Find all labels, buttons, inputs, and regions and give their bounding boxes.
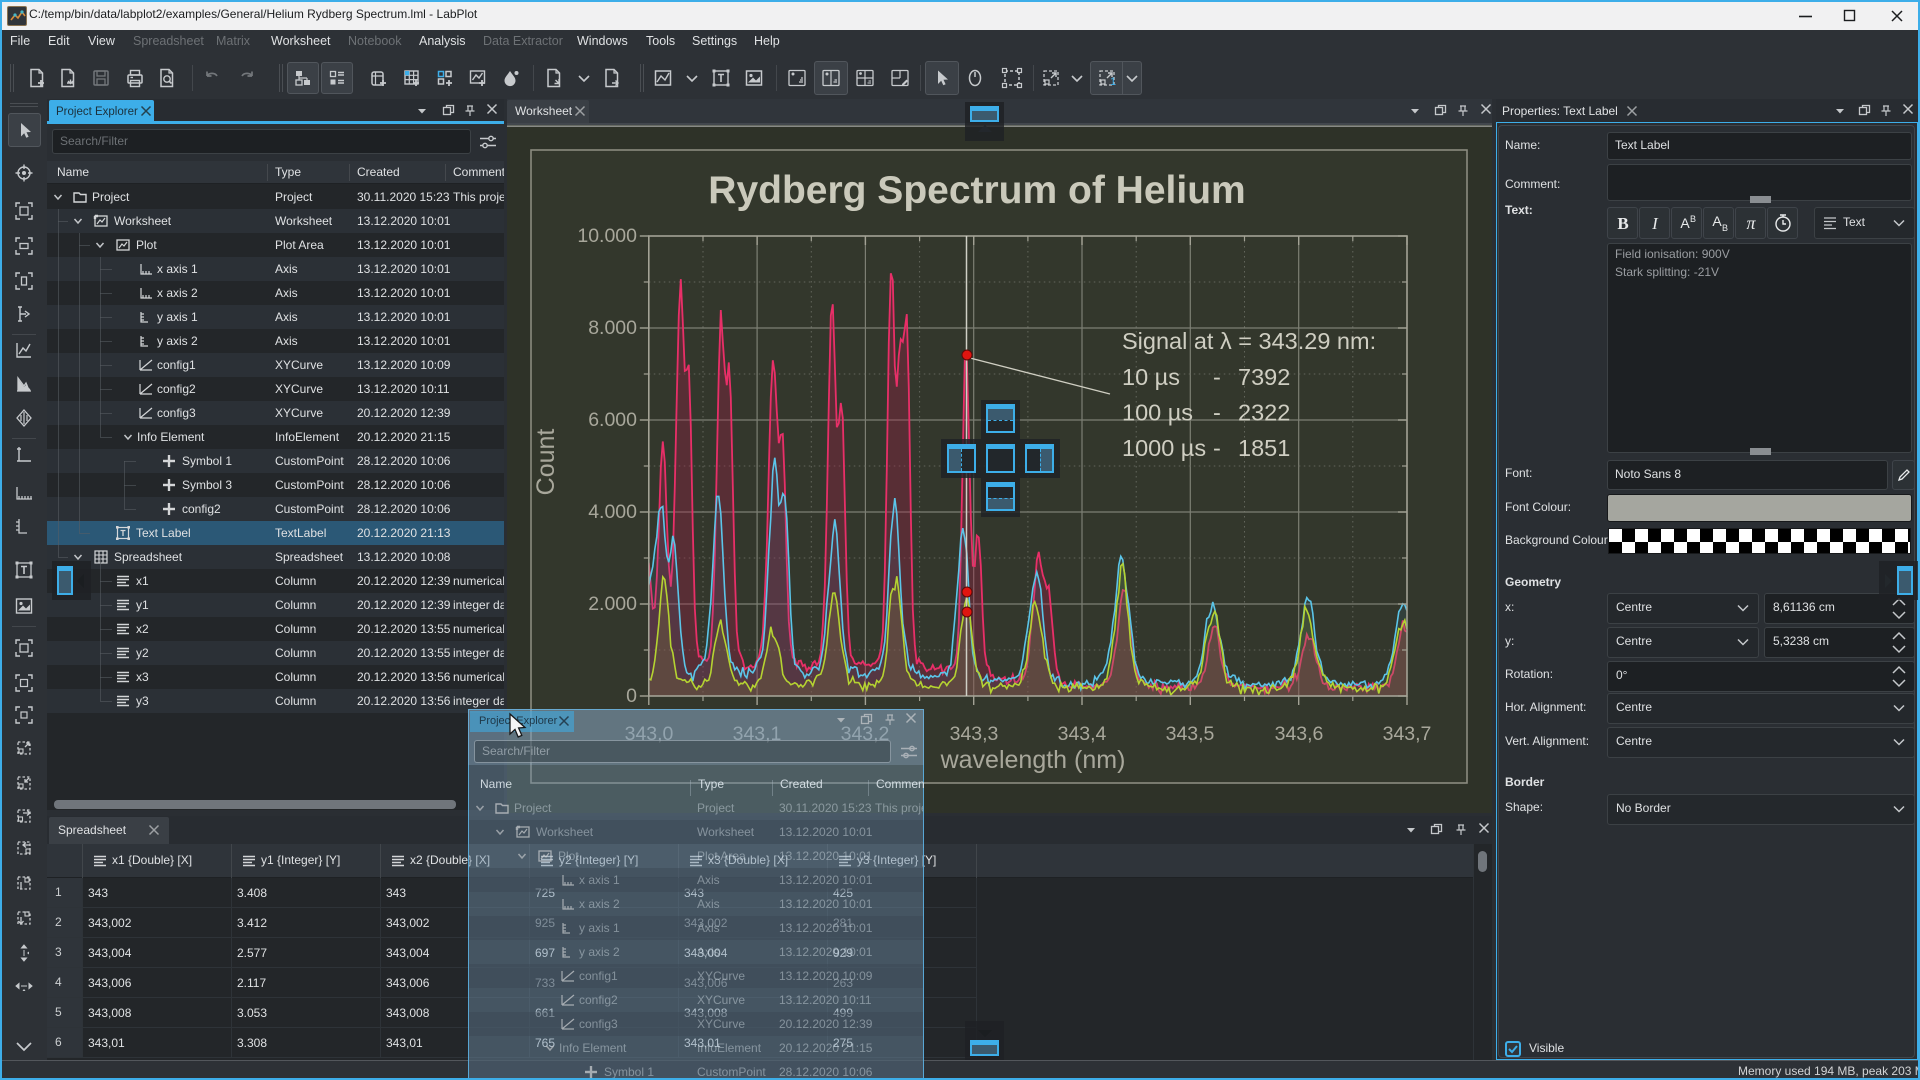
svg-text:1851: 1851 — [1238, 435, 1290, 461]
svg-text:-: - — [1213, 435, 1221, 461]
svg-text:B: B — [1690, 214, 1696, 224]
svg-text:Signal at λ = 343.29 nm:: Signal at λ = 343.29 nm: — [1122, 328, 1376, 354]
svg-text:I: I — [1651, 214, 1659, 233]
svg-text:6.000: 6.000 — [588, 409, 637, 431]
svg-text:2322: 2322 — [1238, 400, 1290, 426]
svg-text:10 µs: 10 µs — [1122, 364, 1180, 390]
svg-text:B: B — [1722, 223, 1728, 233]
svg-text:10.000: 10.000 — [577, 225, 637, 247]
svg-text:A: A — [1680, 215, 1690, 231]
svg-text:343,4: 343,4 — [1058, 723, 1107, 745]
svg-text:343,7: 343,7 — [1383, 723, 1432, 745]
svg-text:Rydberg Spectrum of Helium: Rydberg Spectrum of Helium — [708, 169, 1245, 212]
svg-text:π: π — [1746, 213, 1756, 233]
svg-text:343,6: 343,6 — [1275, 723, 1324, 745]
svg-text:B: B — [1617, 214, 1628, 233]
svg-text:1: 1 — [1110, 76, 1116, 88]
svg-text:-: - — [1213, 400, 1221, 426]
svg-text:8.000: 8.000 — [588, 317, 637, 339]
svg-text:A: A — [1712, 213, 1722, 229]
svg-text:100 µs: 100 µs — [1122, 400, 1193, 426]
svg-text:wavelength (nm): wavelength (nm) — [940, 746, 1126, 774]
svg-text:-: - — [1213, 364, 1221, 390]
svg-text:343,3: 343,3 — [950, 723, 999, 745]
svg-text:1000 µs: 1000 µs — [1122, 435, 1206, 461]
svg-text:343,5: 343,5 — [1166, 723, 1215, 745]
svg-text:0: 0 — [626, 685, 637, 707]
svg-text:2.000: 2.000 — [588, 593, 637, 615]
svg-text:7392: 7392 — [1238, 364, 1290, 390]
svg-text:Count: Count — [532, 429, 560, 496]
svg-text:4.000: 4.000 — [588, 501, 637, 523]
